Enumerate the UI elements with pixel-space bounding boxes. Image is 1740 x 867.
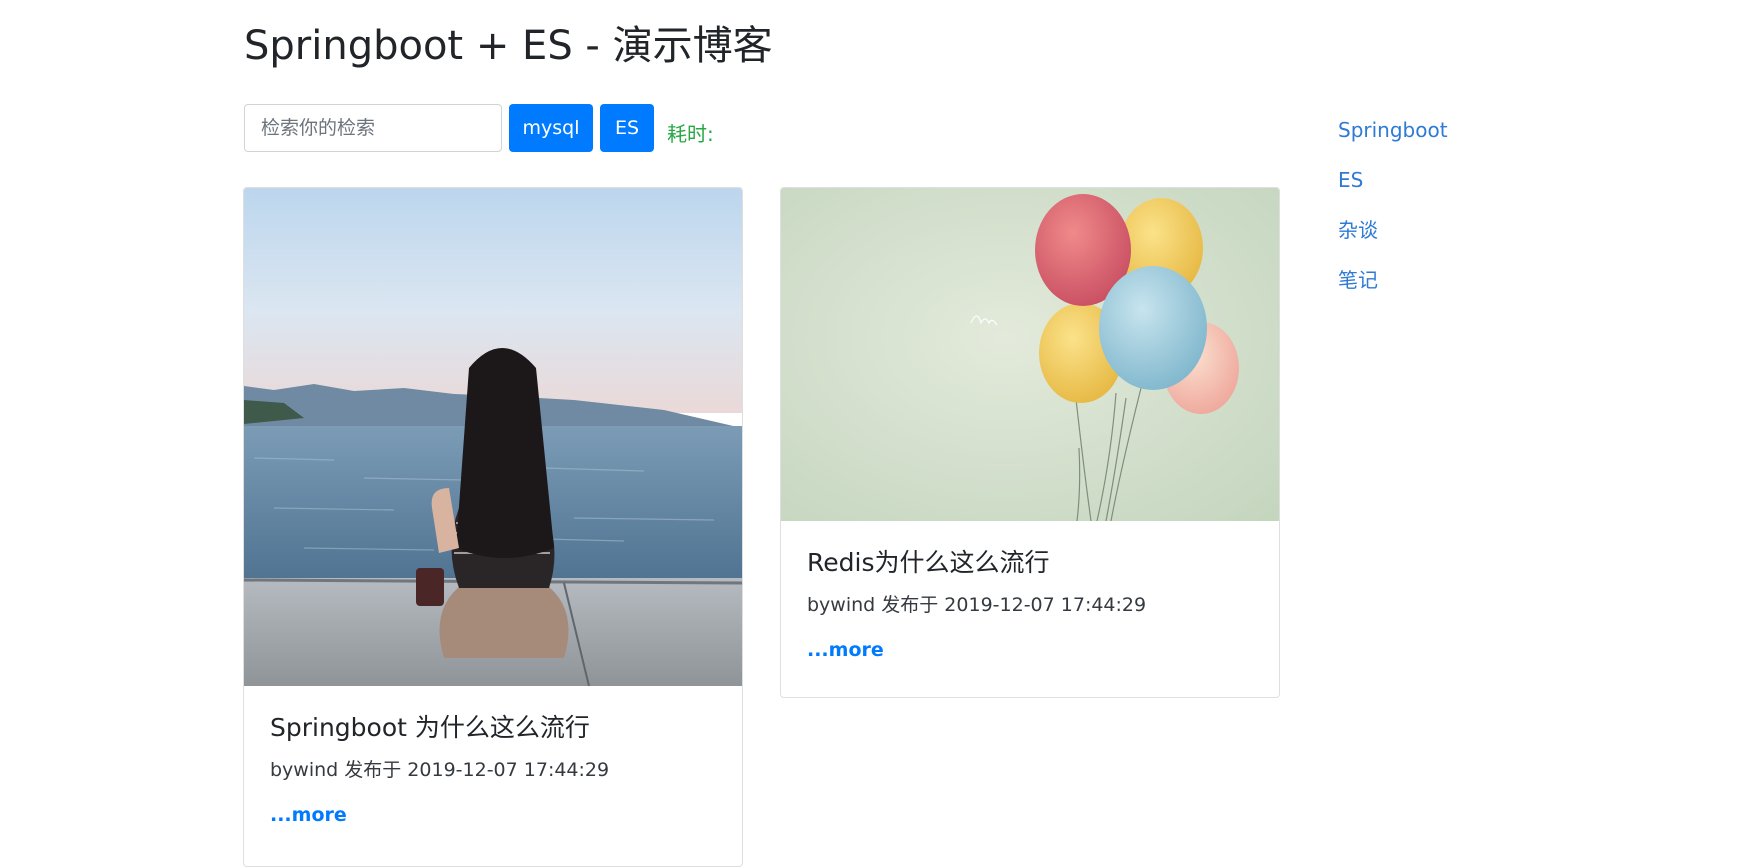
post-card-body: Redis为什么这么流行 bywind 发布于 2019-12-07 17:44… bbox=[781, 521, 1279, 661]
category-item-notes: 笔记 bbox=[1338, 264, 1448, 314]
post-image-seaside bbox=[244, 188, 742, 686]
post-meta: bywind 发布于 2019-12-07 17:44:29 bbox=[270, 759, 610, 781]
page-title: Springboot + ES - 演示博客 bbox=[244, 23, 773, 69]
es-search-button[interactable]: ES bbox=[600, 104, 654, 152]
category-link[interactable]: Springboot bbox=[1338, 118, 1448, 142]
category-item-chat: 杂谈 bbox=[1338, 214, 1448, 264]
category-item-es: ES bbox=[1338, 164, 1448, 214]
category-nav: Springboot ES 杂谈 笔记 bbox=[1338, 114, 1448, 314]
post-card-body: Springboot 为什么这么流行 bywind 发布于 2019-12-07… bbox=[244, 686, 742, 826]
search-input[interactable] bbox=[244, 104, 502, 152]
category-link[interactable]: ES bbox=[1338, 168, 1363, 192]
post-card: Springboot 为什么这么流行 bywind 发布于 2019-12-07… bbox=[243, 187, 743, 867]
post-title[interactable]: Redis为什么这么流行 bbox=[807, 521, 1253, 580]
post-meta: bywind 发布于 2019-12-07 17:44:29 bbox=[807, 594, 1147, 616]
category-link[interactable]: 杂谈 bbox=[1338, 218, 1378, 242]
post-title[interactable]: Springboot 为什么这么流行 bbox=[270, 686, 716, 745]
elapsed-time-label: 耗时: bbox=[667, 121, 714, 146]
post-card: Redis为什么这么流行 bywind 发布于 2019-12-07 17:44… bbox=[780, 187, 1280, 698]
read-more-link[interactable]: ...more bbox=[270, 804, 347, 826]
category-item-springboot: Springboot bbox=[1338, 114, 1448, 164]
search-bar: mysql ES 耗时: bbox=[244, 104, 714, 152]
post-image-balloons bbox=[781, 188, 1279, 521]
category-link[interactable]: 笔记 bbox=[1338, 268, 1378, 292]
read-more-link[interactable]: ...more bbox=[807, 639, 884, 661]
mysql-search-button[interactable]: mysql bbox=[509, 104, 593, 152]
